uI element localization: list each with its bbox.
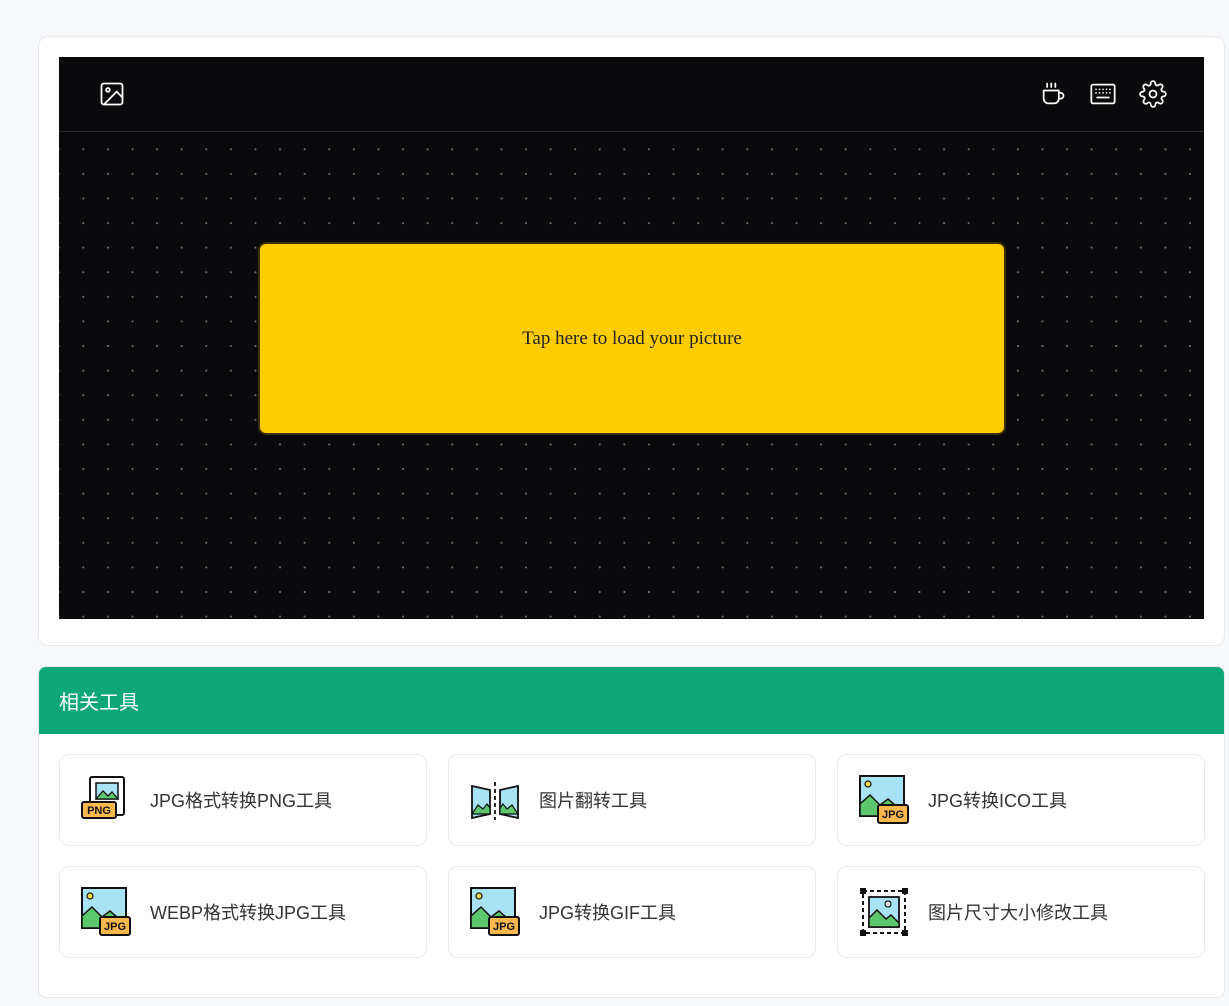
editor-toolbar <box>59 57 1204 132</box>
coffee-icon <box>1042 82 1065 105</box>
tool-label: JPG转换ICO工具 <box>928 791 1068 811</box>
related-tools-title: 相关工具 <box>59 692 139 714</box>
editor-card: Tap here to load your picture <box>38 36 1225 646</box>
tool-jpg-to-ico[interactable]: JPG JPG转换ICO工具 <box>837 754 1205 846</box>
related-tools-card: 相关工具 PNG JPG格式转换PNG工具 图片翻转工具 JPG JPG转换IC… <box>38 666 1225 998</box>
related-tools-grid: PNG JPG格式转换PNG工具 图片翻转工具 JPG JPG转换ICO工具 J… <box>59 754 1205 958</box>
resize-image-icon <box>858 886 910 938</box>
upload-picture-button[interactable]: Tap here to load your picture <box>258 242 1006 435</box>
tool-jpg-to-gif[interactable]: JPG JPG转换GIF工具 <box>448 866 816 958</box>
keyboard-shortcuts-button[interactable] <box>1088 79 1118 109</box>
tool-label: 图片翻转工具 <box>539 791 647 811</box>
flip-image-icon <box>469 774 521 826</box>
jpg-image-icon: JPG <box>858 774 910 826</box>
svg-text:PNG: PNG <box>87 805 111 817</box>
tool-jpg-to-png[interactable]: PNG JPG格式转换PNG工具 <box>59 754 427 846</box>
related-tools-header: 相关工具 <box>39 667 1224 734</box>
canvas-area: Tap here to load your picture <box>59 132 1204 619</box>
tool-flip-image[interactable]: 图片翻转工具 <box>448 754 816 846</box>
svg-text:JPG: JPG <box>104 921 126 933</box>
keyboard-icon <box>1090 83 1116 105</box>
image-icon <box>100 82 124 106</box>
svg-text:JPG: JPG <box>493 921 515 933</box>
jpg-image-icon: JPG <box>469 886 521 938</box>
tool-image-resize[interactable]: 图片尺寸大小修改工具 <box>837 866 1205 958</box>
jpg-image-icon: JPG <box>80 886 132 938</box>
image-editor-stage: Tap here to load your picture <box>59 57 1204 619</box>
png-file-icon: PNG <box>80 774 132 826</box>
settings-button[interactable] <box>1138 79 1168 109</box>
settings-icon <box>1139 80 1167 108</box>
tool-label: JPG格式转换PNG工具 <box>150 791 333 811</box>
svg-text:JPG: JPG <box>882 809 904 821</box>
tool-label: 图片尺寸大小修改工具 <box>928 903 1108 923</box>
tool-label: WEBP格式转换JPG工具 <box>150 903 347 923</box>
tool-label: JPG转换GIF工具 <box>539 903 677 923</box>
open-image-button[interactable] <box>97 79 127 109</box>
upload-prompt-text: Tap here to load your picture <box>522 327 742 349</box>
tool-webp-to-jpg[interactable]: JPG WEBP格式转换JPG工具 <box>59 866 427 958</box>
coffee-button[interactable] <box>1038 79 1068 109</box>
